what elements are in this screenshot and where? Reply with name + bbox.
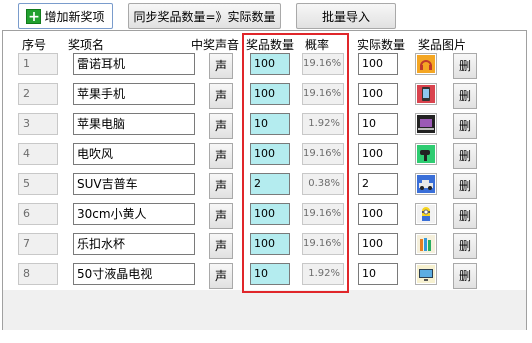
row-index: 8 <box>18 263 58 285</box>
tv-icon[interactable] <box>415 263 437 285</box>
actual-quantity-input[interactable]: 2 <box>358 173 398 195</box>
sound-button[interactable]: 声 <box>209 143 233 169</box>
prize-name-input[interactable]: 苹果电脑 <box>73 113 195 135</box>
sound-button[interactable]: 声 <box>209 53 233 79</box>
delete-button[interactable]: 删 <box>453 83 477 109</box>
row-index: 1 <box>18 53 58 75</box>
headphones-icon[interactable] <box>415 53 437 75</box>
delete-button[interactable]: 删 <box>453 263 477 289</box>
prize-name-input[interactable]: 30cm小黄人 <box>73 203 195 225</box>
row-index: 4 <box>18 143 58 165</box>
actual-quantity-input[interactable]: 10 <box>358 263 398 285</box>
actual-quantity-input[interactable]: 100 <box>358 53 398 75</box>
hair-dryer-icon[interactable] <box>415 143 437 165</box>
plus-icon: + <box>26 8 42 25</box>
prize-name-input[interactable]: 乐扣水杯 <box>73 233 195 255</box>
sound-button[interactable]: 声 <box>209 263 233 289</box>
actual-quantity-input[interactable]: 100 <box>358 203 398 225</box>
delete-button[interactable]: 删 <box>453 143 477 169</box>
add-prize-button[interactable]: + 增加新奖项 <box>18 3 113 29</box>
batch-import-button[interactable]: 批量导入 <box>296 3 396 29</box>
sync-quantity-label: 同步奖品数量=》实际数量 <box>133 9 276 24</box>
header-actual: 实际数量 <box>357 38 406 52</box>
prize-name-input[interactable]: SUV吉普车 <box>73 173 195 195</box>
minion-icon[interactable] <box>415 203 437 225</box>
header-name: 奖项名 <box>68 38 105 52</box>
batch-import-label: 批量导入 <box>321 9 370 24</box>
actual-quantity-input[interactable]: 10 <box>358 113 398 135</box>
prize-name-input[interactable]: 雷诺耳机 <box>73 53 195 75</box>
sound-button[interactable]: 声 <box>209 173 233 199</box>
delete-button[interactable]: 删 <box>453 203 477 229</box>
laptop-icon[interactable] <box>415 113 437 135</box>
sound-button[interactable]: 声 <box>209 233 233 259</box>
car-icon[interactable] <box>415 173 437 195</box>
delete-button[interactable]: 删 <box>453 233 477 259</box>
row-index: 5 <box>18 173 58 195</box>
header-image: 奖品图片 <box>418 38 467 52</box>
row-index: 6 <box>18 203 58 225</box>
row-index: 7 <box>18 233 58 255</box>
row-index: 2 <box>18 83 58 105</box>
header-index: 序号 <box>22 38 47 52</box>
prize-name-input[interactable]: 苹果手机 <box>73 83 195 105</box>
header-sound: 中奖声音 <box>191 38 240 52</box>
sound-button[interactable]: 声 <box>209 83 233 109</box>
delete-button[interactable]: 删 <box>453 173 477 199</box>
sound-button[interactable]: 声 <box>209 113 233 139</box>
sync-quantity-button[interactable]: 同步奖品数量=》实际数量 <box>128 3 281 29</box>
actual-quantity-input[interactable]: 100 <box>358 83 398 105</box>
sound-button[interactable]: 声 <box>209 203 233 229</box>
delete-button[interactable]: 删 <box>453 53 477 79</box>
add-prize-label: 增加新奖项 <box>44 9 105 24</box>
delete-button[interactable]: 删 <box>453 113 477 139</box>
highlight-box <box>242 33 349 293</box>
row-index: 3 <box>18 113 58 135</box>
cup-icon[interactable] <box>415 233 437 255</box>
panel-footer <box>3 290 526 330</box>
prize-name-input[interactable]: 50寸液晶电视 <box>73 263 195 285</box>
prize-name-input[interactable]: 电吹风 <box>73 143 195 165</box>
actual-quantity-input[interactable]: 100 <box>358 233 398 255</box>
phone-icon[interactable] <box>415 83 437 105</box>
actual-quantity-input[interactable]: 100 <box>358 143 398 165</box>
